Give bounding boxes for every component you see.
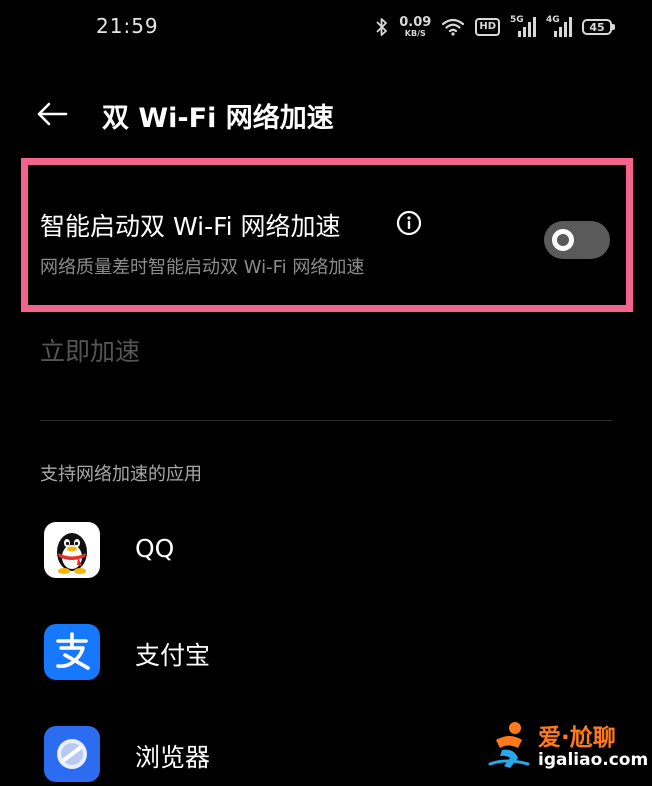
status-icons: 0.09 KB/S HD 5G 4G 45 — [375, 13, 615, 41]
network-speed-unit: KB/S — [404, 29, 426, 38]
wifi-icon — [442, 18, 465, 36]
app-name-qq: QQ — [135, 534, 175, 563]
network-speed-value: 0.09 — [399, 15, 432, 30]
alipay-icon — [44, 624, 100, 680]
highlight-annotation-box — [21, 158, 633, 312]
battery-icon: 45 — [582, 19, 615, 35]
signal-icon-sim1: 5G — [510, 15, 536, 39]
arrow-left-icon — [37, 102, 68, 126]
network-speed: 0.09 KB/S — [399, 16, 431, 38]
page-title: 双 Wi-Fi 网络加速 — [102, 103, 334, 134]
signal-icon-sim2: 4G — [546, 15, 572, 39]
hd-voice-badge: HD — [475, 18, 500, 36]
watermark-logo-icon — [488, 722, 530, 768]
browser-icon — [44, 726, 100, 782]
app-item-alipay[interactable]: 支付宝 — [44, 624, 604, 684]
app-name-browser: 浏览器 — [135, 743, 211, 772]
watermark-title: 爱·尬聊 — [538, 725, 616, 751]
back-button[interactable] — [30, 94, 74, 134]
battery-level: 45 — [589, 20, 605, 34]
status-time: 21:59 — [96, 14, 159, 38]
bluetooth-icon — [376, 18, 388, 36]
supported-apps-header: 支持网络加速的应用 — [40, 464, 202, 485]
accelerate-now-button[interactable]: 立即加速 — [40, 332, 140, 368]
qq-penguin-icon — [44, 522, 100, 578]
page-header: 双 Wi-Fi 网络加速 — [0, 86, 652, 142]
divider — [40, 420, 612, 421]
status-bar: 21:59 0.09 KB/S HD 5G 4G 45 — [0, 0, 652, 56]
app-name-alipay: 支付宝 — [135, 641, 211, 670]
watermark-url: igaliao.com — [538, 750, 649, 770]
site-watermark: 爱·尬聊 igaliao.com — [488, 714, 648, 778]
app-item-qq[interactable]: QQ — [44, 522, 604, 582]
